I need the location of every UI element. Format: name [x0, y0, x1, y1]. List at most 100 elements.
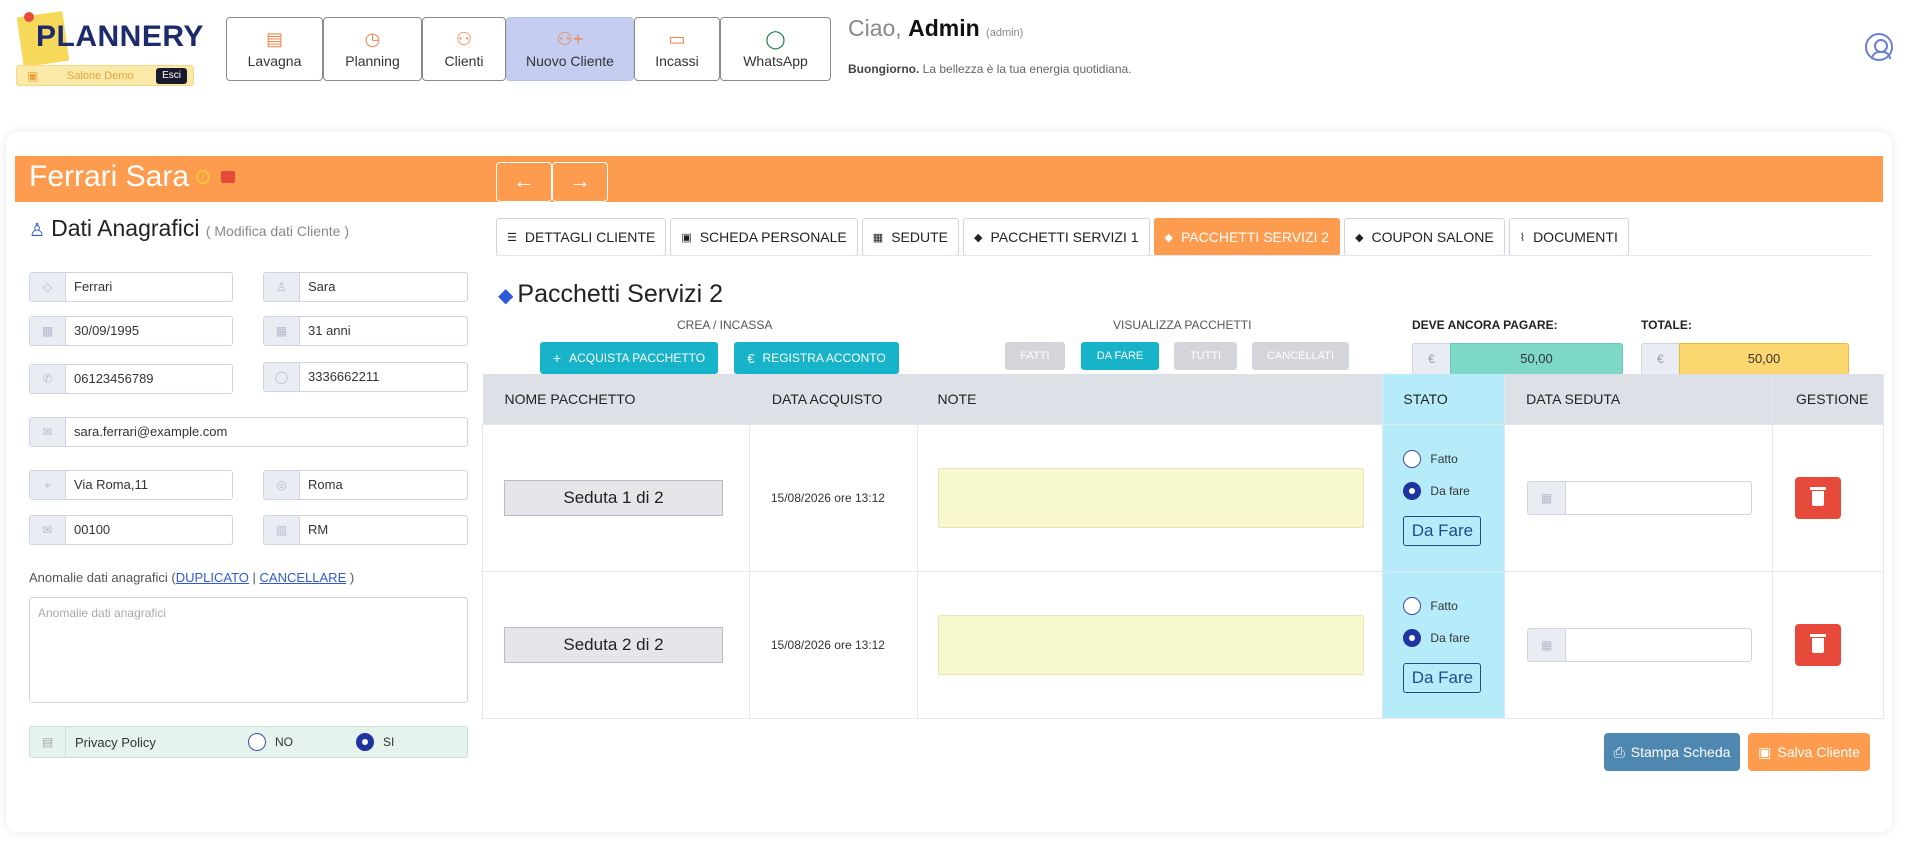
- filter-tutti[interactable]: TUTTI: [1174, 342, 1237, 370]
- salva-label: Salva Cliente: [1777, 744, 1860, 760]
- tab-label: DETTAGLI CLIENTE: [524, 229, 656, 245]
- money-icon: ▭: [668, 29, 686, 49]
- map-icon: ▥: [264, 516, 300, 544]
- data-seduta-input[interactable]: ▦: [1527, 480, 1753, 515]
- tab-pacchetti-2[interactable]: ◆ PACCHETTI SERVIZI 2: [1153, 218, 1341, 256]
- nav-lavagna[interactable]: ▤ Lavagna: [226, 17, 323, 81]
- privacy-no-label: NO: [275, 735, 293, 749]
- registra-acconto-button[interactable]: € REGISTRA ACCONTO: [734, 342, 899, 374]
- nome-field[interactable]: ♙ Sara: [263, 272, 468, 302]
- cell-note: [916, 570, 1384, 719]
- city-field[interactable]: ◎ Roma: [263, 470, 468, 500]
- fatto-radio[interactable]: [1403, 449, 1422, 468]
- cognome-field[interactable]: ◇ Ferrari: [29, 272, 233, 302]
- cell-nome: Seduta 1 di 2: [482, 423, 750, 572]
- greeting-ciao: Ciao,: [848, 15, 902, 41]
- nav-label: Incassi: [655, 53, 699, 69]
- col-stato: STATO: [1382, 374, 1506, 424]
- acquista-pacchetto-button[interactable]: + ACQUISTA PACCHETTO: [540, 342, 718, 374]
- anomalie-textarea[interactable]: Anomalie dati anagrafici: [29, 597, 468, 703]
- whatsapp-icon: ◯: [264, 363, 300, 391]
- nav-whatsapp[interactable]: ◯ WhatsApp: [720, 17, 831, 81]
- calendar-icon: ▦: [1528, 481, 1567, 514]
- totale-amount: € 50,00: [1641, 343, 1849, 375]
- image-icon: ▣: [681, 231, 692, 244]
- prev-client-button[interactable]: ←: [496, 162, 552, 202]
- fatto-label: Fatto: [1430, 598, 1458, 613]
- note-input[interactable]: [937, 467, 1364, 528]
- cap-field[interactable]: ✉ 00100: [29, 515, 233, 545]
- privacy-no-radio[interactable]: [248, 733, 266, 751]
- email-value: sara.ferrari@example.com: [74, 424, 228, 439]
- salva-cliente-button[interactable]: ▣ Salva Cliente: [1748, 733, 1870, 771]
- province-field[interactable]: ▥ RM: [263, 515, 468, 545]
- tab-pacchetti-1[interactable]: ◆ PACCHETTI SERVIZI 1: [962, 218, 1150, 256]
- users-icon: ⚇: [455, 29, 473, 49]
- privacy-si-radio[interactable]: [356, 733, 374, 751]
- plus-icon: +: [552, 350, 562, 366]
- deve-value: 50,00: [1450, 343, 1623, 375]
- privacy-si-label: SI: [383, 735, 395, 749]
- cancellare-link[interactable]: CANCELLARE: [260, 570, 347, 585]
- tab-label: PACCHETTI SERVIZI 2: [1181, 229, 1330, 245]
- filter-cancellati[interactable]: CANCELLATI: [1252, 342, 1349, 370]
- tab-dettagli-cliente[interactable]: ☰ DETTAGLI CLIENTE: [496, 218, 667, 256]
- age-value: 31 anni: [308, 323, 351, 338]
- cell-stato: Fatto Da fare Da Fare: [1382, 570, 1506, 719]
- mobile-field[interactable]: ◯ 3336662211: [263, 362, 468, 392]
- nav-label: Clienti: [444, 53, 484, 69]
- packages-table: NOME PACCHETTO DATA ACQUISTO NOTE STATO …: [482, 374, 1884, 719]
- pin-icon: [24, 12, 34, 22]
- dafare-label: Da fare: [1430, 483, 1470, 498]
- nav-nuovo-cliente[interactable]: ⚇+ Nuovo Cliente: [506, 17, 634, 81]
- anagrafica-subtitle: ( Modifica dati Cliente ): [205, 223, 350, 239]
- mobile-value: 3336662211: [308, 369, 380, 384]
- nav-incassi[interactable]: ▭ Incassi: [634, 17, 720, 81]
- note-input[interactable]: [937, 614, 1364, 675]
- delete-button[interactable]: [1795, 623, 1842, 666]
- anomalie-label: Anomalie dati anagrafici (DUPLICATO | CA…: [29, 570, 354, 585]
- dafare-radio[interactable]: [1403, 628, 1422, 647]
- euro-icon: €: [1412, 343, 1450, 375]
- tab-documenti[interactable]: ⌇ DOCUMENTI: [1508, 218, 1629, 256]
- user-profile-icon[interactable]: [1865, 33, 1893, 61]
- next-client-button[interactable]: →: [552, 162, 608, 202]
- filter-da-fare[interactable]: DA FARE: [1081, 342, 1159, 370]
- cell-gestione: [1772, 570, 1884, 719]
- delete-button[interactable]: [1795, 476, 1842, 519]
- filter-fatti[interactable]: FATTI: [1005, 342, 1065, 370]
- cell-note: [916, 423, 1384, 572]
- address-value: Via Roma,11: [74, 477, 148, 492]
- fatto-radio[interactable]: [1403, 596, 1422, 615]
- tags-icon: ◆: [1164, 231, 1173, 244]
- dafare-radio[interactable]: [1403, 481, 1422, 500]
- cell-gestione: [1772, 423, 1884, 572]
- tab-coupon-salone[interactable]: ◆ COUPON SALONE: [1344, 218, 1505, 256]
- address-field[interactable]: ⌖ Via Roma,11: [29, 470, 233, 500]
- email-field[interactable]: ✉ sara.ferrari@example.com: [29, 417, 468, 447]
- salon-bar: ▣ Salone Demo Esci: [16, 65, 194, 86]
- duplicato-link[interactable]: DUPLICATO: [176, 570, 249, 585]
- dafare-label: Da fare: [1430, 630, 1470, 645]
- calendar-icon: ◷: [364, 29, 381, 49]
- nav-label: WhatsApp: [743, 53, 808, 69]
- crea-label: CREA / INCASSA: [677, 318, 773, 332]
- nav-planning[interactable]: ◷ Planning: [323, 17, 422, 81]
- tab-scheda-personale[interactable]: ▣ SCHEDA PERSONALE: [670, 218, 858, 256]
- stampa-scheda-button[interactable]: ⎙ Stampa Scheda: [1604, 733, 1740, 771]
- tab-sedute[interactable]: ▦ SEDUTE: [861, 218, 959, 256]
- person-icon: ♙: [29, 220, 46, 240]
- tab-label: SEDUTE: [891, 229, 948, 245]
- phone-field[interactable]: ✆ 06123456789: [29, 364, 233, 394]
- totale-value: 50,00: [1679, 343, 1849, 375]
- tag-icon: ◇: [30, 273, 66, 301]
- greeting-role: (admin): [986, 27, 1024, 39]
- save-icon: ▣: [1758, 744, 1772, 760]
- mailbox-icon: ✉: [30, 516, 66, 544]
- data-seduta-input[interactable]: ▦: [1527, 627, 1753, 662]
- logout-button[interactable]: Esci: [156, 68, 187, 84]
- birthdate-field[interactable]: ▦ 30/09/1995: [29, 316, 233, 346]
- calendar-icon: ▦: [1528, 628, 1567, 661]
- tab-label: PACCHETTI SERVIZI 1: [990, 229, 1139, 245]
- nav-clienti[interactable]: ⚇ Clienti: [422, 17, 506, 81]
